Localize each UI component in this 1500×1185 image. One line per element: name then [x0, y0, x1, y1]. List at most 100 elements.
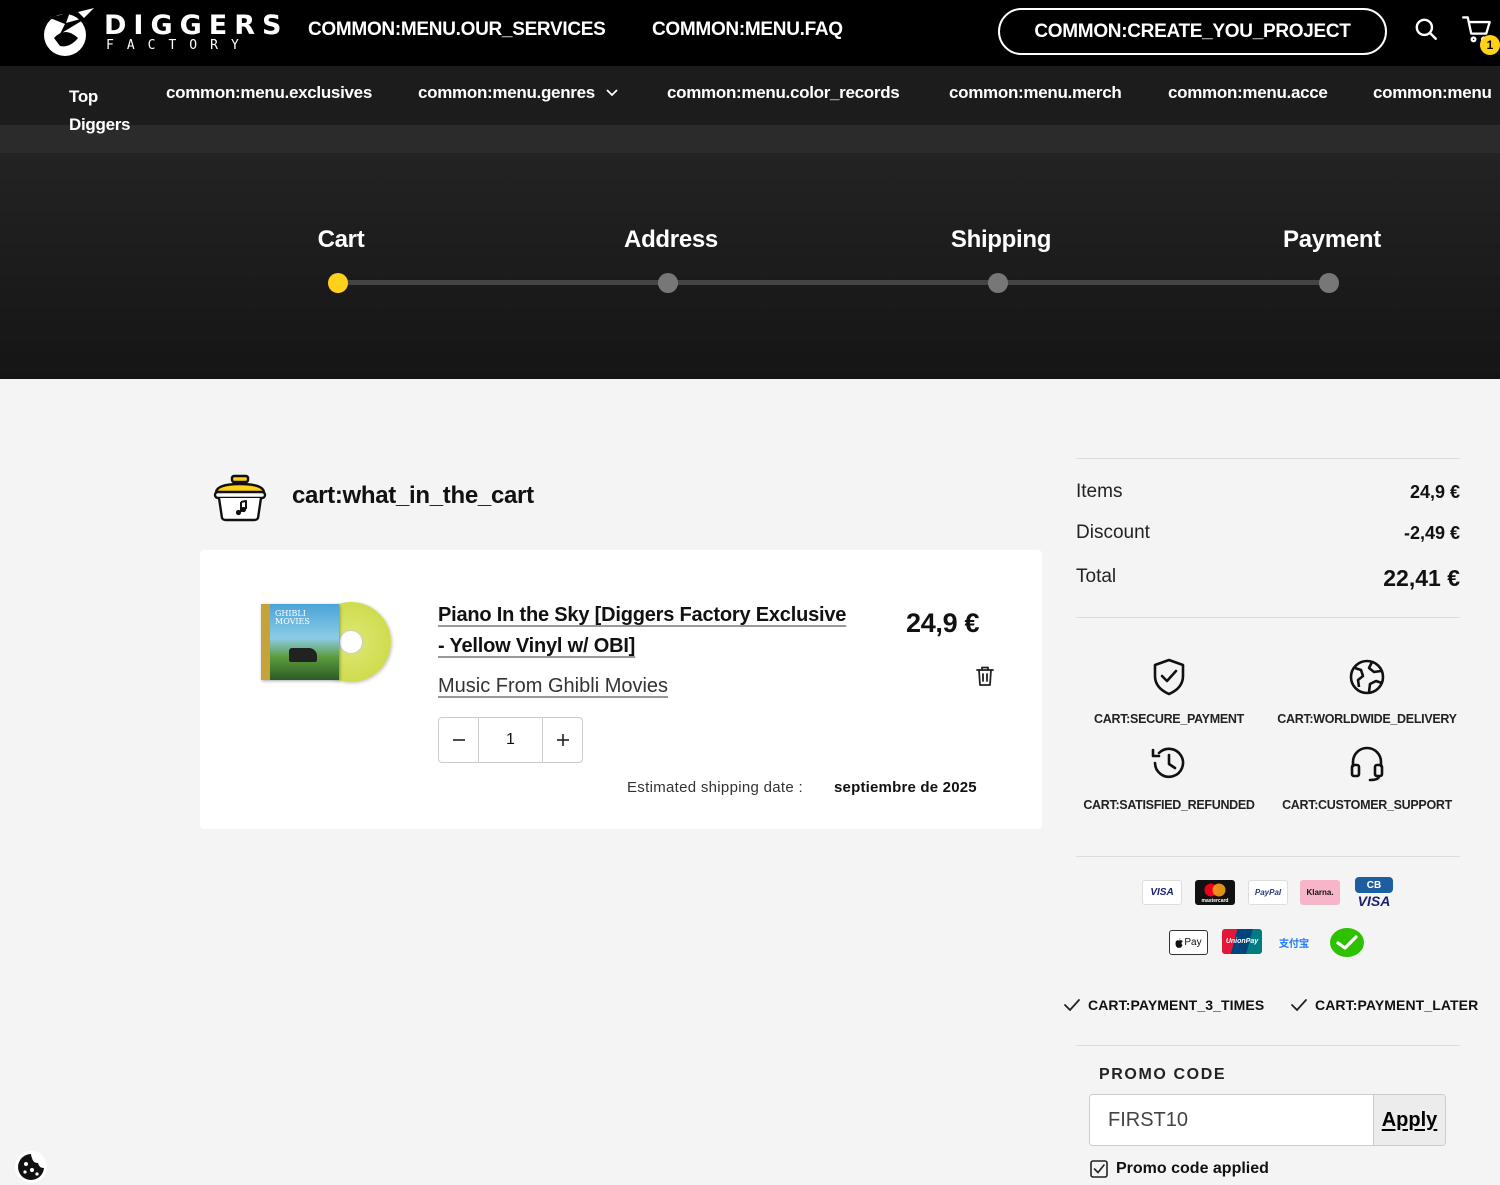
- nav-our-services[interactable]: COMMON:MENU.OUR_SERVICES: [308, 19, 606, 41]
- nav-faq[interactable]: COMMON:MENU.FAQ: [652, 19, 843, 41]
- decrease-quantity-button[interactable]: [439, 718, 478, 762]
- wechat-pay-logo: wechat: [1330, 928, 1364, 957]
- subnav-genres[interactable]: common:menu.genres: [418, 83, 619, 103]
- cb-badge: CB: [1355, 877, 1393, 893]
- step-address-label: Address: [624, 226, 718, 253]
- subnav-genres-label: common:menu.genres: [418, 83, 595, 102]
- increase-quantity-button[interactable]: [543, 718, 582, 762]
- step-shipping-label: Shipping: [950, 226, 1052, 253]
- check-icon: [1291, 999, 1307, 1011]
- shipping-date-label: Estimated shipping date :: [627, 779, 803, 796]
- category-nav: Top Diggers common:menu.exclusives commo…: [0, 66, 1500, 153]
- remove-item-button[interactable]: [973, 664, 997, 688]
- cb-visa-text: VISA: [1357, 893, 1391, 909]
- feature-worldwide-delivery: CART:WORLDWIDE_DELIVERY: [1267, 657, 1467, 726]
- product-image[interactable]: GHIBLI MOVIES: [261, 602, 391, 684]
- cart-count-badge: 1: [1480, 35, 1500, 55]
- subnav-color-records[interactable]: common:menu.color_records: [667, 83, 900, 103]
- product-title-link[interactable]: Piano In the Sky [Diggers Factory Exclus…: [438, 600, 858, 662]
- plus-icon: [556, 734, 569, 746]
- mastercard-logo: mastercard: [1195, 880, 1235, 905]
- promo-applied-status: Promo code applied: [1090, 1160, 1269, 1178]
- trash-icon: [976, 666, 994, 686]
- summary-divider: [1076, 617, 1460, 618]
- album-cover-title: GHIBLI MOVIES: [275, 609, 310, 626]
- headset-icon: [1347, 743, 1387, 783]
- mastercard-circles-icon: [1204, 883, 1226, 897]
- feature-satisfied-refunded-label: CART:SATISFIED_REFUNDED: [1083, 798, 1255, 812]
- product-price: 24,9 €: [906, 608, 980, 638]
- chevron-down-icon: [606, 89, 618, 97]
- feature-customer-support: CART:CUSTOMER_SUPPORT: [1267, 743, 1467, 812]
- summary-divider: [1076, 856, 1460, 857]
- step-cart-label: Cart: [317, 226, 365, 253]
- feature-satisfied-refunded: CART:SATISFIED_REFUNDED: [1069, 743, 1269, 812]
- vinyl-label: [339, 630, 363, 654]
- stepper-track: [338, 280, 1329, 285]
- promo-code-label: PROMO CODE: [1099, 1066, 1227, 1083]
- checkbox-checked-icon: [1090, 1160, 1108, 1178]
- check-icon: [1064, 999, 1080, 1011]
- payment-3-times-option: CART:PAYMENT_3_TIMES: [1064, 997, 1264, 1013]
- feature-customer-support-label: CART:CUSTOMER_SUPPORT: [1282, 798, 1452, 812]
- category-nav-divider: [0, 125, 1500, 153]
- shield-check-icon: [1149, 657, 1189, 697]
- promo-code-input[interactable]: [1090, 1095, 1373, 1145]
- minus-icon: [452, 739, 465, 741]
- summary-divider: [1076, 1045, 1460, 1046]
- promo-code-form: Apply: [1089, 1094, 1446, 1146]
- obi-strip: [261, 604, 270, 680]
- quantity-value[interactable]: 1: [478, 718, 543, 762]
- unionpay-logo: UnionPay: [1222, 929, 1262, 954]
- subnav-accessories[interactable]: common:menu.acce: [1168, 83, 1328, 103]
- mastercard-text: mastercard: [1201, 898, 1229, 904]
- cookie-icon: [18, 1154, 44, 1180]
- logo-subtitle: FACTORY: [106, 38, 252, 53]
- payment-later-label: CART:PAYMENT_LATER: [1315, 997, 1479, 1013]
- apple-icon: [1175, 937, 1184, 948]
- subnav-top-diggers[interactable]: Top Diggers: [69, 83, 149, 139]
- apple-pay-logo: Pay: [1169, 930, 1208, 955]
- paypal-logo: PayPal: [1248, 880, 1288, 905]
- alipay-logo: 支付宝: [1279, 939, 1309, 950]
- feature-secure-payment-label: CART:SECURE_PAYMENT: [1094, 712, 1244, 726]
- cb-visa-logo: CB VISA: [1354, 876, 1394, 910]
- summary-divider: [1076, 458, 1460, 459]
- promo-apply-button[interactable]: Apply: [1373, 1095, 1445, 1145]
- step-address-dot[interactable]: [658, 273, 678, 293]
- payment-3-times-label: CART:PAYMENT_3_TIMES: [1088, 997, 1265, 1013]
- subnav-more[interactable]: common:menu: [1373, 83, 1492, 103]
- cookie-settings-button[interactable]: [15, 1151, 47, 1183]
- globe-icon: [1347, 657, 1387, 697]
- klarna-logo: Klarna.: [1300, 880, 1340, 905]
- diggers-factory-logo[interactable]: DIGGERS FACTORY: [40, 8, 281, 58]
- visa-logo: VISA: [1142, 880, 1182, 905]
- quantity-stepper: 1: [438, 717, 583, 763]
- shipping-date-value: septiembre de 2025: [834, 779, 977, 796]
- apple-pay-text: Pay: [1184, 937, 1202, 948]
- cart-section-title: cart:what_in_the_cart: [292, 482, 534, 509]
- search-icon: [1415, 18, 1437, 40]
- product-artist-link[interactable]: Music From Ghibli Movies: [438, 675, 668, 698]
- feature-secure-payment: CART:SECURE_PAYMENT: [1069, 657, 1269, 726]
- checkout-stepper: Cart Address Shipping Payment: [0, 153, 1500, 379]
- summary-items-label: Items: [1076, 481, 1123, 502]
- cart-item-card: GHIBLI MOVIES Piano In the Sky [Diggers …: [200, 550, 1042, 829]
- basket-music-icon: [213, 474, 267, 522]
- step-shipping-dot[interactable]: [988, 273, 1008, 293]
- search-button[interactable]: [1411, 14, 1441, 44]
- create-project-button[interactable]: COMMON:CREATE_YOU_PROJECT: [998, 8, 1387, 55]
- summary-discount-label: Discount: [1076, 522, 1150, 543]
- step-cart-dot[interactable]: [328, 273, 348, 293]
- step-payment-dot[interactable]: [1319, 273, 1339, 293]
- subnav-exclusives[interactable]: common:menu.exclusives: [166, 83, 372, 103]
- promo-applied-label: Promo code applied: [1116, 1160, 1269, 1177]
- top-navbar: DIGGERS FACTORY COMMON:MENU.OUR_SERVICES…: [0, 0, 1500, 66]
- step-payment-label: Payment: [1283, 226, 1381, 253]
- history-icon: [1149, 743, 1189, 783]
- summary-total-label: Total: [1076, 566, 1117, 587]
- subnav-merch[interactable]: common:menu.merch: [949, 83, 1122, 103]
- logo-wordmark: DIGGERS: [104, 10, 289, 41]
- piano-illustration: [289, 648, 317, 662]
- payment-later-option: CART:PAYMENT_LATER: [1291, 997, 1478, 1013]
